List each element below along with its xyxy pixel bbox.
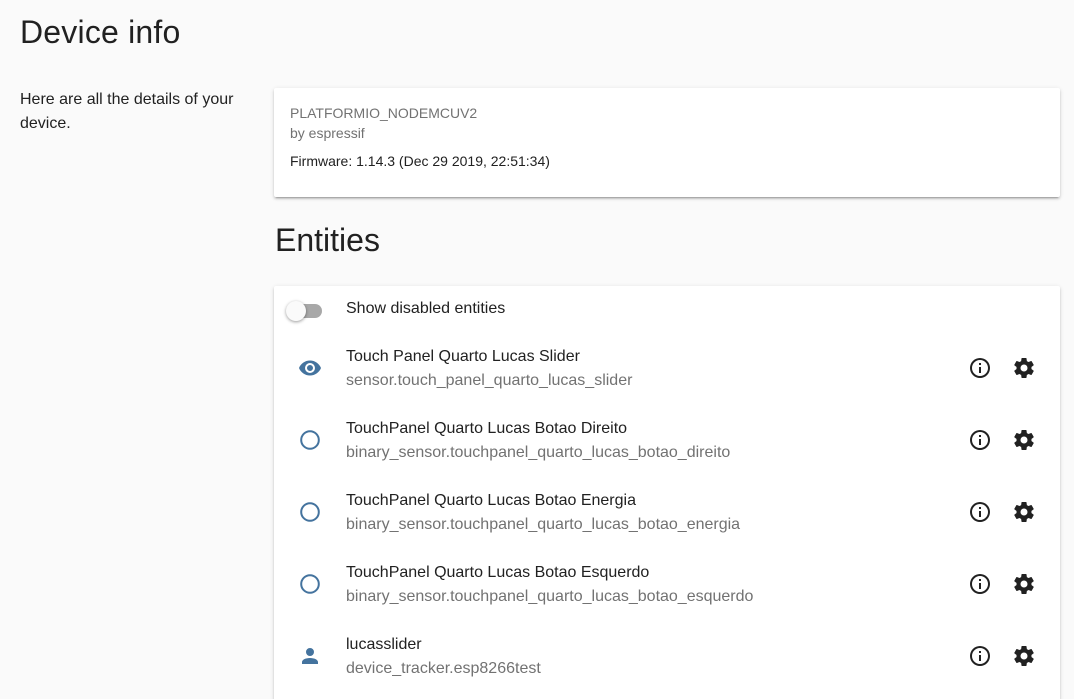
entities-title: Entities: [275, 222, 380, 258]
device-card: PLATFORMIO_NODEMCUV2 by espressif Firmwa…: [274, 88, 1060, 197]
entity-row[interactable]: lucasslider device_tracker.esp8266test: [274, 622, 1060, 694]
info-icon: [970, 430, 990, 450]
info-button[interactable]: [960, 492, 1000, 532]
info-icon: [970, 646, 990, 666]
entity-id: binary_sensor.touchpanel_quarto_lucas_bo…: [346, 588, 754, 605]
entity-name: TouchPanel Quarto Lucas Botao Esquerdo: [346, 564, 650, 581]
entity-id: device_tracker.esp8266test: [346, 660, 541, 677]
settings-button[interactable]: [1004, 636, 1044, 676]
settings-button[interactable]: [1004, 348, 1044, 388]
entity-name: TouchPanel Quarto Lucas Botao Direito: [346, 420, 628, 437]
show-disabled-row: Show disabled entities: [274, 286, 1060, 332]
entities-card: Show disabled entities Touch Panel Quart…: [274, 286, 1060, 699]
entity-id: binary_sensor.touchpanel_quarto_lucas_bo…: [346, 444, 731, 461]
device-manufacturer: by espressif: [290, 125, 365, 141]
page-title: Device info: [20, 14, 181, 50]
toggle-thumb[interactable]: [286, 301, 306, 321]
entity-name: lucasslider: [346, 636, 422, 653]
device-info-page: Device info Here are all the details of …: [0, 0, 1074, 699]
info-button[interactable]: [960, 636, 1000, 676]
info-button[interactable]: [960, 564, 1000, 604]
show-disabled-label: Show disabled entities: [346, 300, 506, 317]
entity-name: Touch Panel Quarto Lucas Slider: [346, 348, 580, 365]
page-description: Here are all the details of your device.: [20, 91, 234, 132]
entity-row[interactable]: TouchPanel Quarto Lucas Botao Esquerdo b…: [274, 550, 1060, 622]
entity-id: sensor.touch_panel_quarto_lucas_slider: [346, 372, 633, 389]
eye-icon: [298, 356, 322, 380]
circle-outline-icon: [298, 572, 322, 596]
gear-icon: [1014, 430, 1034, 450]
gear-icon: [1014, 646, 1034, 666]
info-button[interactable]: [960, 420, 1000, 460]
device-firmware: Firmware: 1.14.3 (Dec 29 2019, 22:51:34): [290, 153, 550, 169]
device-model: PLATFORMIO_NODEMCUV2: [290, 105, 478, 121]
entity-id: binary_sensor.touchpanel_quarto_lucas_bo…: [346, 516, 741, 533]
show-disabled-toggle[interactable]: [286, 301, 324, 321]
circle-outline-icon: [298, 500, 322, 524]
entity-row[interactable]: TouchPanel Quarto Lucas Botao Energia bi…: [274, 478, 1060, 550]
gear-icon: [1014, 502, 1034, 522]
entity-row[interactable]: TouchPanel Quarto Lucas Botao Direito bi…: [274, 406, 1060, 478]
gear-icon: [1014, 358, 1034, 378]
entity-row[interactable]: Touch Panel Quarto Lucas Slider sensor.t…: [274, 334, 1060, 406]
gear-icon: [1014, 574, 1034, 594]
account-icon: [298, 644, 322, 668]
info-button[interactable]: [960, 348, 1000, 388]
info-icon: [970, 574, 990, 594]
info-icon: [970, 502, 990, 522]
settings-button[interactable]: [1004, 564, 1044, 604]
entity-name: TouchPanel Quarto Lucas Botao Energia: [346, 492, 636, 509]
circle-outline-icon: [298, 428, 322, 452]
settings-button[interactable]: [1004, 420, 1044, 460]
info-icon: [970, 358, 990, 378]
settings-button[interactable]: [1004, 492, 1044, 532]
